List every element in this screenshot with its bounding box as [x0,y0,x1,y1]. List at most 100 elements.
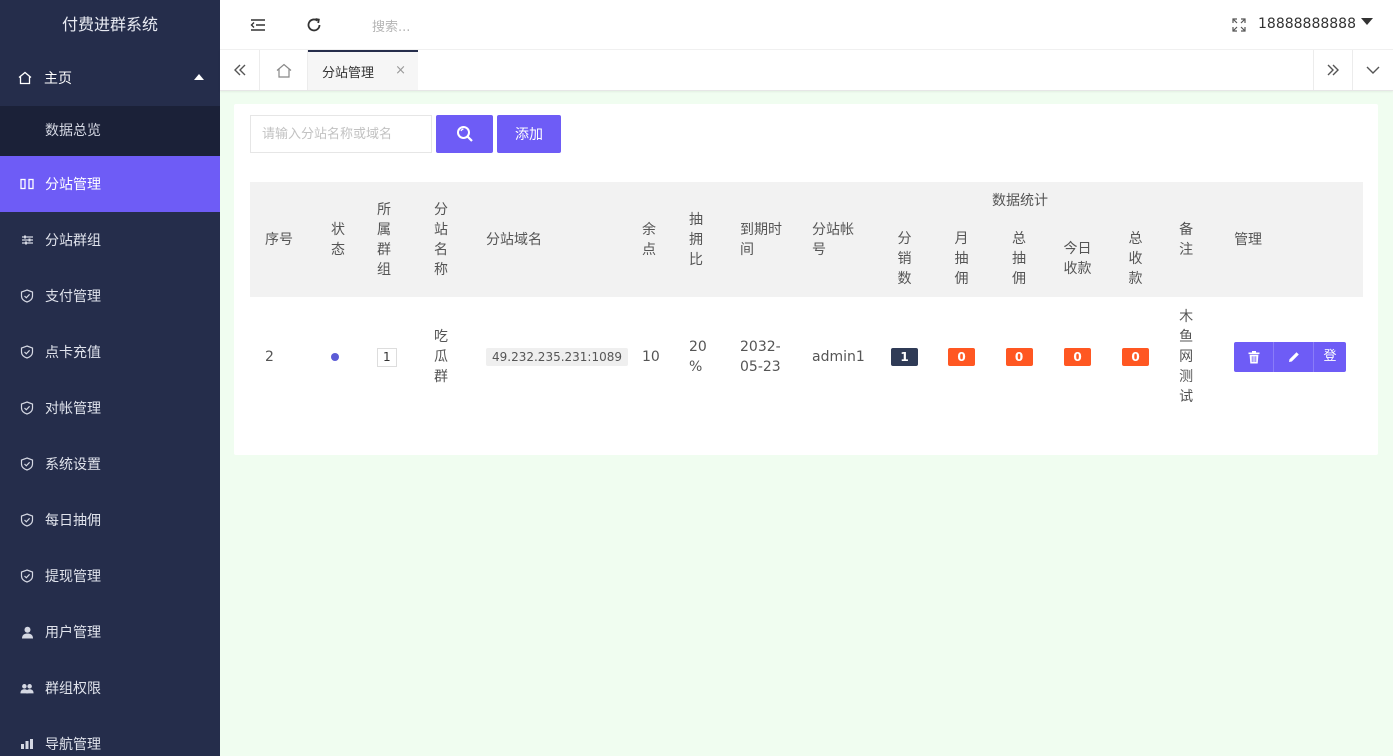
col-domain: 分站域名 [471,182,627,297]
substation-table: 序号 状态 所属群组 分站名称 分站域名 余点 抽拥比 到期时间 分站帐 号 数… [250,182,1364,417]
edit-button[interactable] [1274,342,1315,372]
columns-icon [20,177,34,191]
app-logo: 付费进群系统 [61,15,158,34]
cell-commission: 20% [689,339,707,375]
sidebar-item-users[interactable]: 用户管理 [0,604,220,660]
cell-name: 吃瓜群 [434,329,448,385]
sidebar-item-label: 群组权限 [45,681,101,697]
home-icon [18,71,32,85]
cell-expire: 2032- 05-23 [740,339,781,375]
sidebar-item-label: 提现管理 [45,569,101,585]
sidebar-item-card-recharge[interactable]: 点卡充值 [0,324,220,380]
trash-icon [1248,350,1260,363]
cell-domain: 49.232.235.231:1089 [471,297,629,417]
cell-total-commission: 0 [990,297,1048,417]
cell-manage: 登 [1219,297,1363,417]
sidebar-item-label: 支付管理 [45,289,101,305]
tab-close-icon[interactable]: × [395,63,406,78]
cell-sales: 1 [876,297,933,417]
top-header: 搜索... 18888888888 [220,0,1393,50]
table-header-row: 序号 状态 所属群组 分站名称 分站域名 余点 抽拥比 到期时间 分站帐 号 数… [250,182,1364,297]
col-today-income: 今日 收款 [1048,220,1107,297]
cell-index: 2 [265,349,274,365]
sales-badge: 1 [891,348,918,366]
shield-check-icon [20,345,34,359]
fullscreen-icon[interactable] [1229,15,1249,35]
sidebar-item-withdrawal[interactable]: 提现管理 [0,548,220,604]
cell-balance: 10 [642,349,660,365]
col-total-income: 总收款 [1107,220,1165,297]
sidebar-item-label: 导航管理 [45,737,101,753]
tab-bar: 分站管理 × [220,50,1393,91]
col-balance: 余点 [627,182,674,297]
col-remark: 备注 [1164,182,1220,297]
shield-check-icon [20,401,34,415]
sidebar-item-label: 每日抽佣 [45,513,101,529]
cell-total-income: 0 [1107,297,1164,417]
search-icon [456,126,473,142]
sidebar-item-navigation[interactable]: 导航管理 [0,716,220,756]
sidebar-item-substation-groups[interactable]: 分站群组 [0,212,220,268]
cell-monthly: 0 [933,297,990,417]
sidebar-subitem-overview[interactable]: 数据总览 [0,106,220,156]
sidebar-item-label: 用户管理 [45,625,101,641]
sidebar-item-payment[interactable]: 支付管理 [0,268,220,324]
tabs-scroll-left-icon[interactable] [220,50,260,90]
sidebar-item-group-permissions[interactable]: 群组权限 [0,660,220,716]
total-commission-badge: 0 [1005,348,1033,366]
search-button[interactable] [436,115,493,153]
sidebar-item-settings[interactable]: 系统设置 [0,436,220,492]
delete-button[interactable] [1234,342,1275,372]
domain-tag: 49.232.235.231:1089 [486,348,629,366]
shield-check-icon [20,569,34,583]
sidebar-item-substation[interactable]: 分站管理 [0,156,220,212]
col-total-commission: 总抽佣 [990,220,1048,297]
cell-remark: 木鱼网测试 [1179,309,1194,405]
today-income-badge: 0 [1064,348,1091,366]
col-sales: 分销数 [876,220,933,297]
tab-home-icon[interactable] [260,50,308,90]
col-status: 状态 [316,182,362,297]
bar-chart-icon [20,737,34,751]
col-commission: 抽拥比 [674,182,725,297]
col-name: 分站名称 [419,182,471,297]
monthly-badge: 0 [948,348,975,366]
sidebar: 付费进群系统 主页 数据总览 分站管理 分站群组 支付管理 点卡充值 对帐管理 … [0,0,220,756]
tab-substation-management[interactable]: 分站管理 × [308,50,418,90]
user-menu[interactable]: 18888888888 [1258,16,1373,32]
tabs-dropdown-icon[interactable] [1353,50,1393,90]
col-monthly: 月抽佣 [933,220,990,297]
sidebar-item-label: 分站群组 [45,233,101,249]
header-search-input[interactable]: 搜索... [372,16,410,35]
tabs-scroll-right-icon[interactable] [1313,50,1353,90]
sidebar-item-label: 分站管理 [45,177,101,193]
substation-search-input[interactable] [250,115,432,153]
user-icon [20,625,34,639]
col-group-stats: 数据统计 [876,182,1165,220]
sidebar-item-label: 主页 [44,71,72,87]
sidebar-item-label: 系统设置 [45,457,101,473]
group-tag: 1 [377,348,397,367]
login-button[interactable]: 登 [1314,342,1347,372]
sidebar-item-label: 点卡充值 [45,345,101,361]
col-group: 所属群组 [362,182,419,297]
sidebar-item-label: 对帐管理 [45,401,101,417]
col-manage: 管理 [1219,182,1364,297]
tab-label: 分站管理 [322,65,375,81]
menu-toggle-icon[interactable] [248,15,268,35]
table-row: 2 1 吃瓜群 49.232.235.231:1089 10 20% 2032-… [250,297,1363,417]
add-button[interactable]: 添加 [497,115,561,153]
col-account: 分站帐号 [797,182,876,297]
sidebar-item-reconciliation[interactable]: 对帐管理 [0,380,220,436]
sidebar-item-daily-commission[interactable]: 每日抽佣 [0,492,220,548]
refresh-icon[interactable] [304,15,324,35]
total-income-badge: 0 [1122,348,1150,366]
status-dot [331,353,339,361]
users-icon [20,681,34,695]
shield-check-icon [20,513,34,527]
cell-status [316,297,362,417]
cell-today-income: 0 [1048,297,1107,417]
cell-group: 1 [362,297,419,417]
sidebar-item-home[interactable]: 主页 [0,50,220,106]
username-label: 18888888888 [1258,16,1356,32]
